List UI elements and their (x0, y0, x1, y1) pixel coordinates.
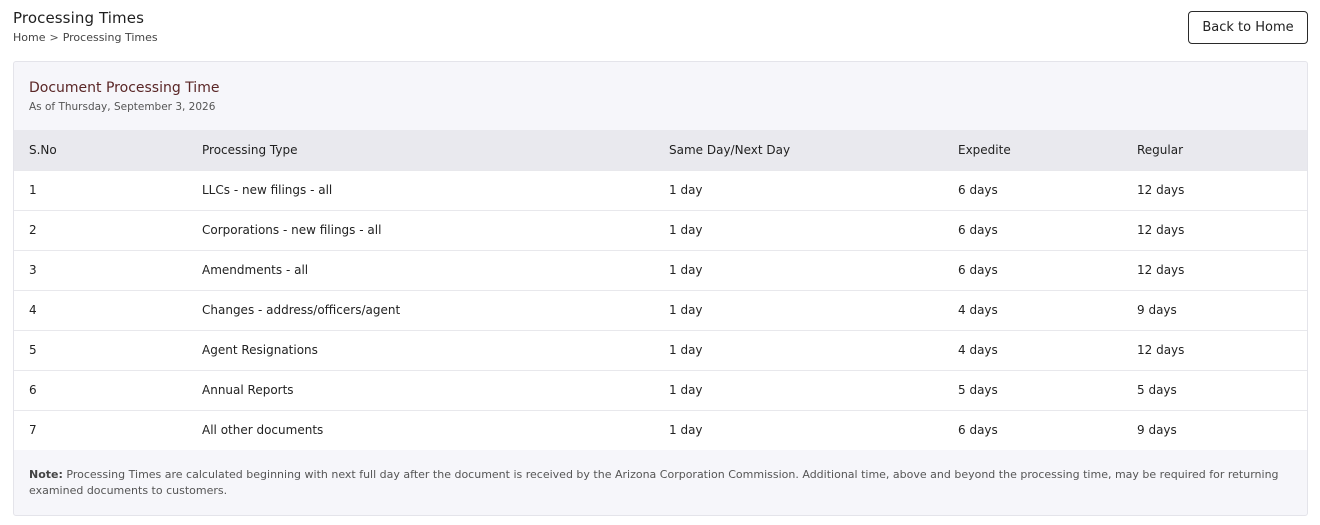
cell-sno: 6 (29, 383, 37, 397)
table-row: 5 Agent Resignations 1 day 4 days 12 day… (14, 330, 1307, 370)
column-header-sno: S.No (29, 142, 57, 157)
table-header-row: S.No Processing Type Same Day/Next Day E… (14, 130, 1307, 170)
cell-regular: 12 days (1137, 223, 1185, 237)
cell-processing-type: Corporations - new filings - all (202, 223, 382, 237)
cell-regular: 12 days (1137, 263, 1185, 277)
cell-expedite: 4 days (958, 303, 998, 317)
note-text: Processing Times are calculated beginnin… (29, 468, 1279, 497)
cell-processing-type: Agent Resignations (202, 343, 318, 357)
cell-same-day: 1 day (669, 183, 703, 197)
page-header: Processing Times Home > Processing Times B… (0, 0, 1320, 61)
cell-expedite: 6 days (958, 183, 998, 197)
cell-sno: 4 (29, 303, 37, 317)
cell-processing-type: Annual Reports (202, 383, 294, 397)
cell-sno: 2 (29, 223, 37, 237)
cell-expedite: 6 days (958, 223, 998, 237)
table-row: 4 Changes - address/officers/agent 1 day… (14, 290, 1307, 330)
cell-same-day: 1 day (669, 383, 703, 397)
page-title: Processing Times (13, 9, 144, 27)
cell-expedite: 5 days (958, 383, 998, 397)
column-header-regular: Regular (1137, 142, 1184, 157)
cell-same-day: 1 day (669, 263, 703, 277)
breadcrumb-separator: > (49, 31, 59, 44)
card-subtitle: As of Thursday, September 3, 2026 (29, 101, 216, 113)
cell-same-day: 1 day (669, 223, 703, 237)
processing-time-card: Document Processing Time As of Thursday,… (13, 61, 1308, 516)
cell-sno: 7 (29, 423, 37, 438)
note-label: Note: (29, 468, 63, 481)
breadcrumb-home-link[interactable]: Home (13, 31, 45, 44)
cell-regular: 5 days (1137, 383, 1177, 397)
cell-regular: 9 days (1137, 423, 1177, 438)
cell-regular: 9 days (1137, 303, 1177, 317)
cell-sno: 5 (29, 343, 37, 357)
table-row: 1 LLCs - new filings - all 1 day 6 days … (14, 170, 1307, 210)
table-row: 2 Corporations - new filings - all 1 day… (14, 210, 1307, 250)
cell-regular: 12 days (1137, 343, 1185, 357)
table-row: 6 Annual Reports 1 day 5 days 5 days (14, 370, 1307, 410)
column-header-same-day: Same Day/Next Day (669, 142, 791, 157)
processing-note: Note: Processing Times are calculated be… (29, 467, 1289, 499)
cell-processing-type: Amendments - all (202, 263, 309, 277)
cell-processing-type: All other documents (202, 423, 324, 438)
back-to-home-button[interactable]: Back to Home (1188, 11, 1308, 44)
breadcrumb: Home > Processing Times (13, 31, 158, 44)
breadcrumb-current: Processing Times (62, 31, 158, 44)
cell-same-day: 1 day (669, 303, 703, 317)
cell-expedite: 6 days (958, 423, 998, 438)
cell-processing-type: LLCs - new filings - all (202, 183, 333, 197)
processing-times-table: S.No Processing Type Same Day/Next Day E… (14, 130, 1307, 450)
table-row: 7 All other documents 1 day 6 days 9 day… (14, 410, 1307, 450)
cell-expedite: 4 days (958, 343, 998, 357)
cell-same-day: 1 day (669, 423, 703, 438)
table-row: 3 Amendments - all 1 day 6 days 12 days (14, 250, 1307, 290)
column-header-expedite: Expedite (958, 142, 1011, 157)
cell-processing-type: Changes - address/officers/agent (202, 303, 401, 317)
cell-same-day: 1 day (669, 343, 703, 357)
column-header-processing-type: Processing Type (202, 142, 298, 157)
cell-expedite: 6 days (958, 263, 998, 277)
card-title: Document Processing Time (29, 80, 220, 96)
cell-sno: 3 (29, 263, 37, 277)
cell-sno: 1 (29, 183, 37, 197)
cell-regular: 12 days (1137, 183, 1185, 197)
